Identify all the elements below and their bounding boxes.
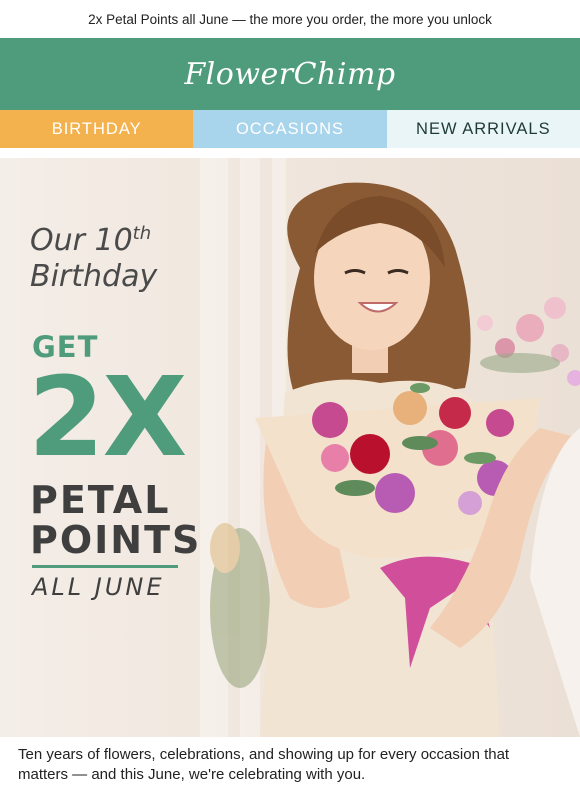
promo-2x: 2X xyxy=(28,353,187,481)
promo-divider xyxy=(32,565,178,568)
preheader-text: 2x Petal Points all June — the more you … xyxy=(88,11,492,27)
flowerchimp-logo[interactable]: FlowerChimp xyxy=(184,57,395,92)
headline-prefix: Our 10 xyxy=(30,223,133,258)
promo-points: POINTS xyxy=(30,518,202,562)
preheader: 2x Petal Points all June — the more you … xyxy=(0,0,580,38)
nav-occasions[interactable]: OCCASIONS xyxy=(193,110,387,148)
headline-superscript: th xyxy=(132,223,152,244)
intro-paragraph: Ten years of flowers, celebrations, and … xyxy=(0,737,580,785)
category-nav: BIRTHDAY OCCASIONS NEW ARRIVALS xyxy=(0,110,580,148)
promo-petal: PETAL xyxy=(30,478,171,522)
brand-header: FlowerChimp xyxy=(0,38,580,110)
promo-period: ALL JUNE xyxy=(32,573,165,601)
nav-birthday[interactable]: BIRTHDAY xyxy=(0,110,194,148)
headline-birthday: Birthday xyxy=(30,259,158,294)
hero-banner[interactable]: Our 10th Birthday GET 2X PETAL POINTS AL… xyxy=(0,158,580,737)
background-flowers xyxy=(477,297,569,373)
nav-new-arrivals[interactable]: NEW ARRIVALS xyxy=(386,110,580,148)
promo-petal-points: PETAL POINTS xyxy=(30,480,201,560)
spacer xyxy=(0,148,580,158)
hero-headline: Our 10th Birthday xyxy=(30,216,157,295)
